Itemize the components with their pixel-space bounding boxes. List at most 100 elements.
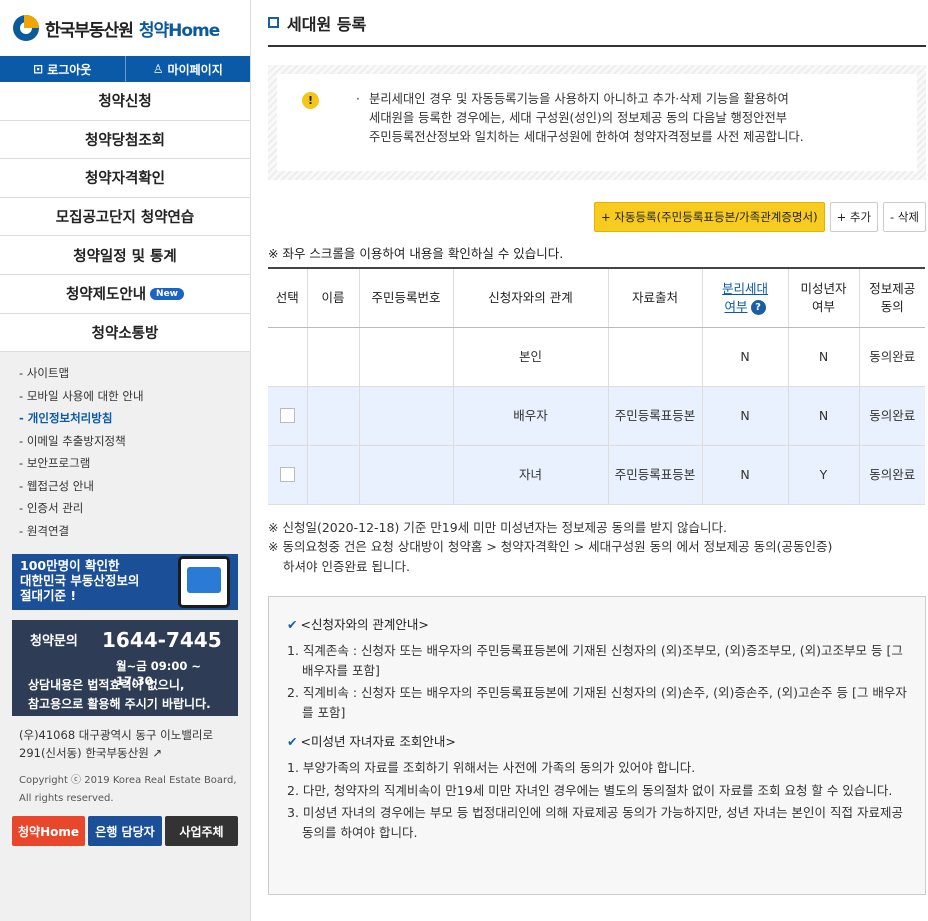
cell-separate: N bbox=[701, 327, 788, 387]
bottom-buttons: 청약Home 은행 담당자 사업주체 bbox=[0, 808, 250, 847]
cell-select bbox=[268, 327, 307, 387]
logout-button[interactable]: ⊡ 로그아웃 bbox=[0, 56, 125, 82]
mypage-button[interactable]: ♙ 마이페이지 bbox=[124, 56, 251, 82]
user-icon: ♙ bbox=[152, 62, 164, 76]
cell-name bbox=[306, 445, 359, 505]
page-title: 세대원 등록 bbox=[287, 14, 367, 34]
menu-item-qualification[interactable]: 청약자격확인 bbox=[0, 159, 250, 198]
check-icon: ✔ bbox=[287, 617, 298, 632]
link-sitemap[interactable]: - 사이트맵 bbox=[19, 362, 250, 385]
business-entity-button[interactable]: 사업주체 bbox=[165, 816, 238, 847]
menu-item-schedule[interactable]: 청약일정 및 통계 bbox=[0, 236, 250, 275]
guide-item: 2. 다만, 청약자의 직계비속이 만19세 미만 자녀인 경우에는 별도의 동… bbox=[287, 782, 893, 798]
guide-heading-minor: ✔ <미성년 자녀자료 조회안내> bbox=[287, 734, 456, 749]
top-buttons: ⊡ 로그아웃 ♙ 마이페이지 bbox=[0, 56, 250, 82]
col-name: 이름 bbox=[306, 267, 359, 328]
cell-relation: 배우자 bbox=[452, 386, 608, 446]
check-icon: ✔ bbox=[287, 734, 298, 749]
table-header: 선택 이름 주민등록번호 신청자와의 관계 자료출처 분리세대 여부? 미성년자 여… bbox=[268, 267, 925, 328]
external-link-icon[interactable]: ↗ bbox=[152, 746, 162, 760]
cell-source: 주민등록표등본 bbox=[607, 386, 702, 446]
contact-note: 상담내용은 법적효력이 없으니, 참고용으로 활용해 주시기 바랍니다. bbox=[28, 678, 211, 712]
notice-box: ! 분리세대인 경우 및 자동등록기능을 사용하지 아니하고 추가·삭제 기능을… bbox=[268, 65, 926, 180]
col-rrn: 주민등록번호 bbox=[358, 267, 453, 328]
link-remote[interactable]: - 원격연결 bbox=[19, 520, 250, 543]
warning-icon: ! bbox=[302, 92, 319, 109]
cell-separate: N bbox=[701, 386, 788, 446]
cell-consent: 동의완료 bbox=[858, 445, 925, 505]
contact-phone: 1644-7445 bbox=[102, 628, 222, 653]
bank-staff-button[interactable]: 은행 담당자 bbox=[88, 816, 162, 847]
logo[interactable]: 한국부동산원 청약Home bbox=[0, 0, 250, 56]
cell-relation: 자녀 bbox=[452, 445, 608, 505]
phone-icon bbox=[178, 556, 230, 609]
promo-banner[interactable]: 100만명이 확인한 대한민국 부동산정보의 절대기준 ! bbox=[12, 554, 238, 611]
help-icon[interactable]: ? bbox=[750, 299, 766, 315]
square-icon bbox=[268, 17, 279, 28]
guide-item: 2. 직계비속 : 신청자 또는 배우자의 주민등록표등본에 기재된 신청자의 … bbox=[287, 685, 907, 720]
cell-select bbox=[268, 445, 307, 505]
copyright: Copyright ⓒ 2019 Korea Real Estate Board… bbox=[19, 775, 237, 805]
table-row: 본인 N N 동의완료 bbox=[268, 327, 925, 387]
main-content: 세대원 등록 ! 분리세대인 경우 및 자동등록기능을 사용하지 아니하고 추가… bbox=[268, 0, 926, 895]
contact-label: 청약문의 bbox=[30, 634, 78, 650]
footer-links: - 사이트맵 - 모바일 사용에 대한 안내 - 개인정보처리방침 - 이메일 … bbox=[0, 352, 250, 546]
cell-rrn bbox=[358, 445, 453, 505]
delete-button[interactable]: - 삭제 bbox=[883, 202, 926, 232]
menu-item-apply[interactable]: 청약신청 bbox=[0, 82, 250, 121]
col-separate: 분리세대 여부? bbox=[701, 267, 788, 328]
table-row: 자녀 주민등록표등본 N Y 동의완료 bbox=[268, 445, 925, 505]
link-privacy[interactable]: - 개인정보처리방침 bbox=[19, 407, 250, 430]
col-source: 자료출처 bbox=[607, 267, 702, 328]
cell-source bbox=[607, 327, 702, 387]
link-certificate[interactable]: - 인증서 관리 bbox=[19, 497, 250, 520]
row-checkbox[interactable] bbox=[279, 408, 295, 423]
cell-minor: N bbox=[787, 386, 859, 446]
cheongyak-home-button[interactable]: 청약Home bbox=[12, 816, 85, 847]
cell-select bbox=[268, 386, 307, 446]
cell-separate: N bbox=[701, 445, 788, 505]
table-notes: ※ 신청일(2020-12-18) 기준 만19세 미만 미성년자는 정보제공 … bbox=[268, 519, 833, 574]
menu-item-guide[interactable]: 청약제도안내 New bbox=[0, 274, 250, 314]
cell-minor: N bbox=[787, 327, 859, 387]
guide-item: 1. 부양가족의 자료를 조회하기 위해서는 사전에 가족의 동의가 있어야 합… bbox=[287, 760, 696, 775]
menu-item-practice[interactable]: 모집공고단지 청약연습 bbox=[0, 197, 250, 237]
sidebar: 한국부동산원 청약Home ⊡ 로그아웃 ♙ 마이페이지 청약신청 청약당첨조회 청… bbox=[0, 0, 251, 921]
logo-icon bbox=[13, 15, 39, 41]
guide-box: ✔ <신청자와의 관계안내> 1. 직계존속 : 신청자 또는 배우자의 주민등록… bbox=[268, 596, 926, 895]
cell-consent: 동의완료 bbox=[858, 386, 925, 446]
scroll-note: ※ 좌우 스크롤을 이용하여 내용을 확인하실 수 있습니다. bbox=[268, 246, 564, 261]
col-relation: 신청자와의 관계 bbox=[452, 267, 608, 328]
table-row: 배우자 주민등록표등본 N N 동의완료 bbox=[268, 386, 925, 446]
cell-source: 주민등록표등본 bbox=[607, 445, 702, 505]
contact-banner: 청약문의 1644-7445 월~금 09:00 ~ 17:30 상담내용은 법… bbox=[12, 620, 238, 717]
brand-name: 한국부동산원 bbox=[45, 20, 134, 41]
col-consent: 정보제공 동의 bbox=[858, 267, 925, 328]
link-security[interactable]: - 보안프로그램 bbox=[19, 452, 250, 475]
cell-consent: 동의완료 bbox=[858, 327, 925, 387]
new-badge: New bbox=[150, 287, 184, 300]
page-header: 세대원 등록 bbox=[268, 0, 926, 47]
cell-rrn bbox=[358, 327, 453, 387]
cell-relation: 본인 bbox=[452, 327, 608, 387]
link-accessibility[interactable]: - 웹접근성 안내 bbox=[19, 475, 250, 498]
menu-item-community[interactable]: 청약소통방 bbox=[0, 313, 250, 353]
link-email-policy[interactable]: - 이메일 추출방지정책 bbox=[19, 430, 250, 453]
row-checkbox[interactable] bbox=[279, 467, 295, 482]
notice-text: 분리세대인 경우 및 자동등록기능을 사용하지 아니하고 추가·삭제 기능을 활… bbox=[356, 90, 917, 147]
cell-rrn bbox=[358, 386, 453, 446]
brand-service: 청약Home bbox=[138, 20, 220, 41]
link-mobile-guide[interactable]: - 모바일 사용에 대한 안내 bbox=[19, 385, 250, 408]
cell-minor: Y bbox=[787, 445, 859, 505]
action-buttons: + 자동등록(주민등록표등본/가족관계증명서) + 추가 - 삭제 bbox=[268, 202, 926, 232]
add-button[interactable]: + 추가 bbox=[829, 202, 879, 232]
col-select: 선택 bbox=[268, 267, 307, 328]
address: (우)41068 대구광역시 동구 이노밸리로 291(신서동) 한국부동산원 … bbox=[19, 728, 214, 761]
menu-item-winner-check[interactable]: 청약당첨조회 bbox=[0, 120, 250, 160]
lock-icon: ⊡ bbox=[33, 62, 44, 76]
auto-register-button[interactable]: + 자동등록(주민등록표등본/가족관계증명서) bbox=[594, 202, 825, 232]
cell-name bbox=[306, 327, 359, 387]
guide-item: 1. 직계존속 : 신청자 또는 배우자의 주민등록표등본에 기재된 신청자의 … bbox=[287, 643, 903, 678]
col-minor: 미성년자 여부 bbox=[787, 267, 859, 328]
guide-item: 3. 미성년 자녀의 경우에는 부모 등 법정대리인에 의해 자료제공 동의가 … bbox=[287, 805, 904, 840]
